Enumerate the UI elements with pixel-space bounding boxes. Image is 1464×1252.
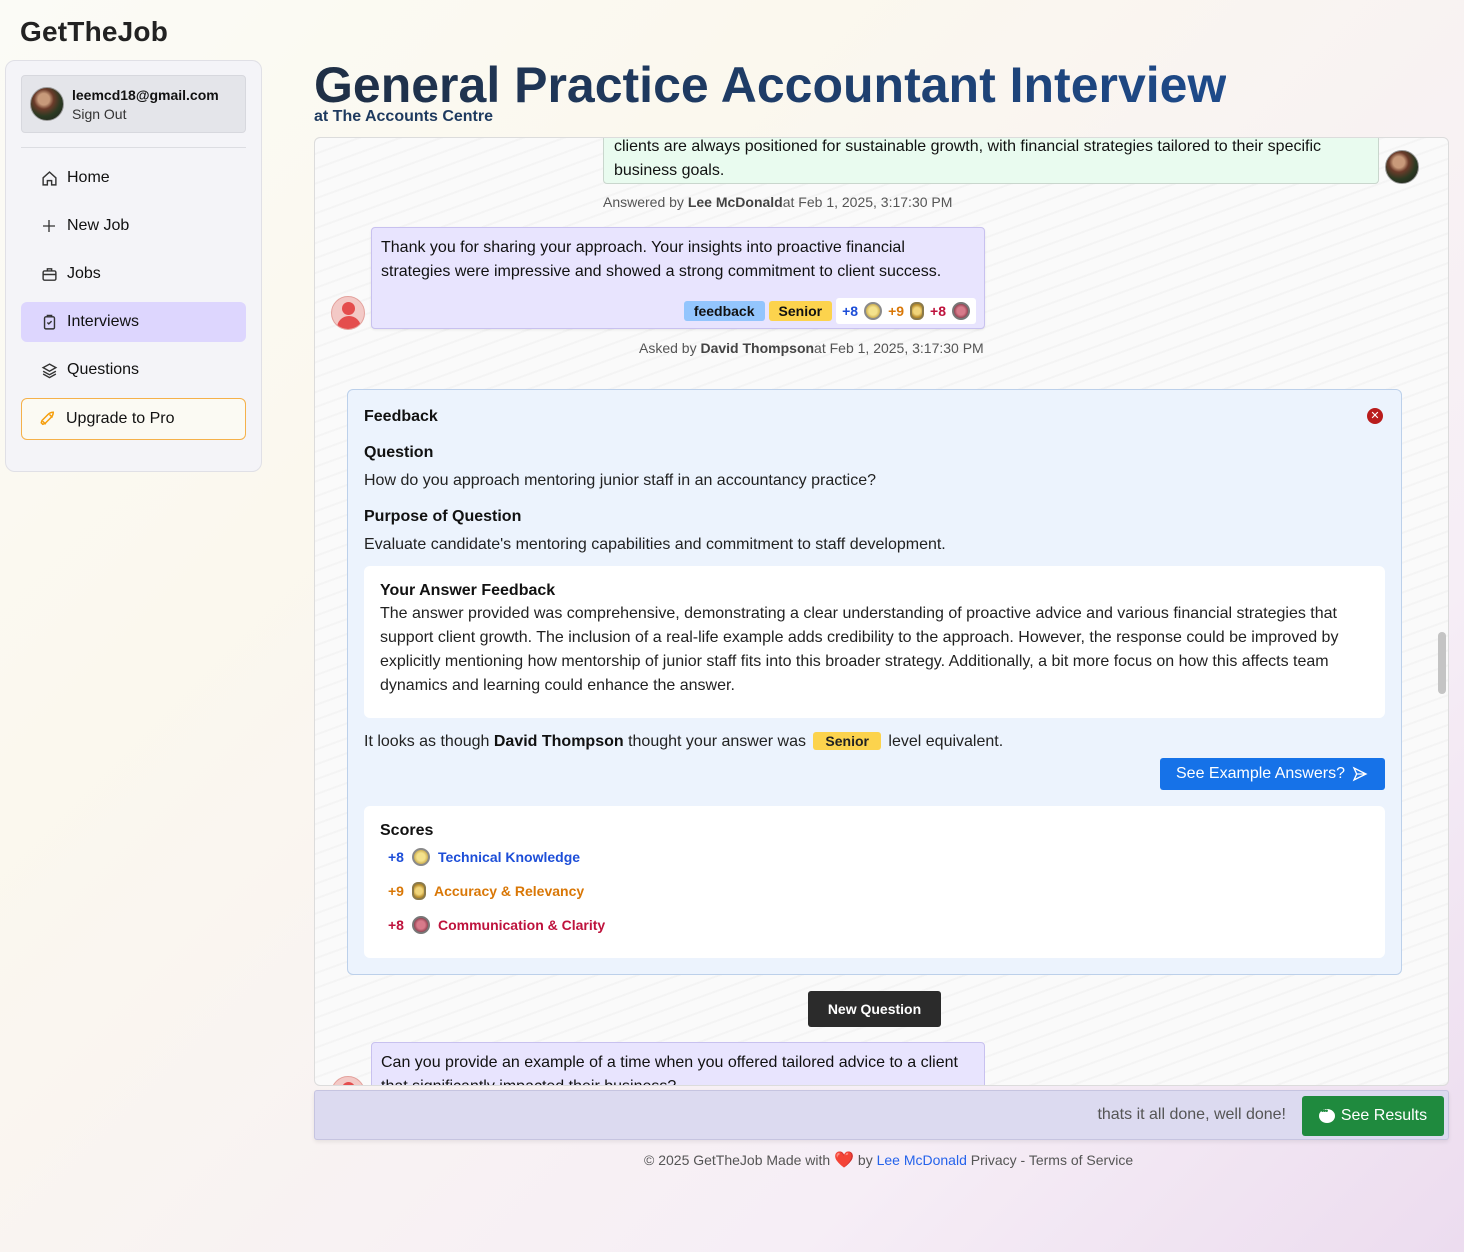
message-input-bar[interactable]: thats it all done, well done! See Result… [314,1090,1449,1140]
send-icon [1352,766,1368,782]
score-communication: +8 [930,303,946,319]
scores-box: Scores +8 Technical Knowledge +9 Accurac… [364,806,1385,958]
avatar [30,87,64,121]
home-icon [39,170,59,187]
nav-label: Questions [67,361,140,378]
see-example-answers-button[interactable]: See Example Answers? [1160,758,1385,790]
message-tags: feedback Senior +8 +9 +8 [683,298,976,324]
sidebar: leemcd18@gmail.com Sign Out Home New Job… [5,60,262,472]
shield-medal-icon [910,302,925,320]
question-text: How do you approach mentoring junior sta… [364,472,877,489]
question-heading: Question [364,444,434,461]
message-input[interactable]: thats it all done, well done! [1097,1106,1286,1124]
score-row: +8 Communication & Clarity [388,916,606,934]
user-email: leemcd18@gmail.com [72,86,219,103]
interviewer-message: Thank you for sharing your approach. You… [371,227,985,329]
plus-icon [39,218,59,234]
feedback-card: Feedback ✕ Question How do you approach … [347,389,1402,975]
footer: © 2025 GetTheJob Made with ❤️ by Lee McD… [644,1152,1134,1169]
score-label: Technical Knowledge [437,849,581,865]
sign-out-link[interactable]: Sign Out [72,106,219,122]
score-accuracy: +9 [888,303,905,319]
feedback-title: Feedback [364,408,438,425]
footer-links[interactable]: Privacy - Terms of Service [971,1152,1133,1168]
nav-item-jobs[interactable]: Jobs [21,254,246,294]
answered-by-meta: Answered by Lee McDonaldat Feb 1, 2025, … [603,194,953,210]
briefcase-icon [39,266,59,283]
heart-medal-icon [411,916,430,934]
score-row: +9 Accuracy & Relevancy [388,882,585,900]
nav-label: New Job [67,217,130,234]
star-medal-icon [864,302,883,320]
nav-label: Home [67,169,110,186]
interviewer-avatar [331,1076,365,1085]
scores-heading: Scores [380,822,434,839]
user-card: leemcd18@gmail.com Sign Out [21,75,246,133]
star-medal-icon [411,848,430,866]
page-title: General Practice Accountant Interview [314,57,1227,113]
interviewer-message: Can you provide an example of a time whe… [371,1042,985,1085]
close-icon[interactable]: ✕ [1367,408,1383,424]
message-text: Thank you for sharing your approach. You… [381,239,942,280]
heart-icon: ❤️ [834,1152,855,1169]
new-question-button[interactable]: New Question [808,991,941,1027]
interviewer-avatar [331,296,365,330]
nav-item-questions[interactable]: Questions [21,350,246,390]
score-row: +8 Technical Knowledge [388,848,581,866]
user-avatar [1385,150,1419,184]
upgrade-button[interactable]: Upgrade to Pro [21,398,246,440]
chat-panel[interactable]: clients are always positioned for sustai… [314,137,1449,1086]
author-link[interactable]: Lee McDonald [877,1152,967,1168]
answer-feedback-box: Your Answer Feedback The answer provided… [364,566,1385,718]
chat-bubble-icon [1318,1106,1335,1123]
nav-item-new-job[interactable]: New Job [21,206,246,246]
nav-label: Interviews [67,313,140,330]
score-technical: +8 [842,303,859,319]
layers-icon [39,362,59,379]
feedback-tag[interactable]: feedback [683,301,765,321]
score-label: Accuracy & Relevancy [433,883,585,899]
page-subtitle: at The Accounts Centre [314,108,493,125]
clipboard-icon [39,314,59,331]
heart-medal-icon [952,302,970,320]
nav-label: Jobs [67,265,101,282]
asked-by-meta: Asked by David Thompsonat Feb 1, 2025, 3… [639,340,984,356]
answer-feedback-text: The answer provided was comprehensive, d… [380,605,1339,694]
upgrade-label: Upgrade to Pro [66,410,175,427]
see-results-button[interactable]: See Results [1302,1096,1444,1136]
nav-item-home[interactable]: Home [21,158,246,198]
rocket-icon [38,410,58,428]
score-label: Communication & Clarity [437,917,606,933]
divider [21,147,246,148]
nav-item-interviews[interactable]: Interviews [21,302,246,342]
level-chip: Senior [813,732,881,750]
score-summary: +8 +9 +8 [836,298,976,324]
purpose-heading: Purpose of Question [364,508,522,525]
brand-logo[interactable]: GetTheJob [20,16,168,48]
scrollbar[interactable] [1438,632,1446,694]
shield-medal-icon [411,882,426,900]
level-tag: Senior [768,301,833,321]
purpose-text: Evaluate candidate's mentoring capabilit… [364,536,946,553]
answer-feedback-heading: Your Answer Feedback [380,582,556,599]
answer-bubble: clients are always positioned for sustai… [603,138,1379,184]
level-statement: It looks as though David Thompson though… [364,732,1004,750]
